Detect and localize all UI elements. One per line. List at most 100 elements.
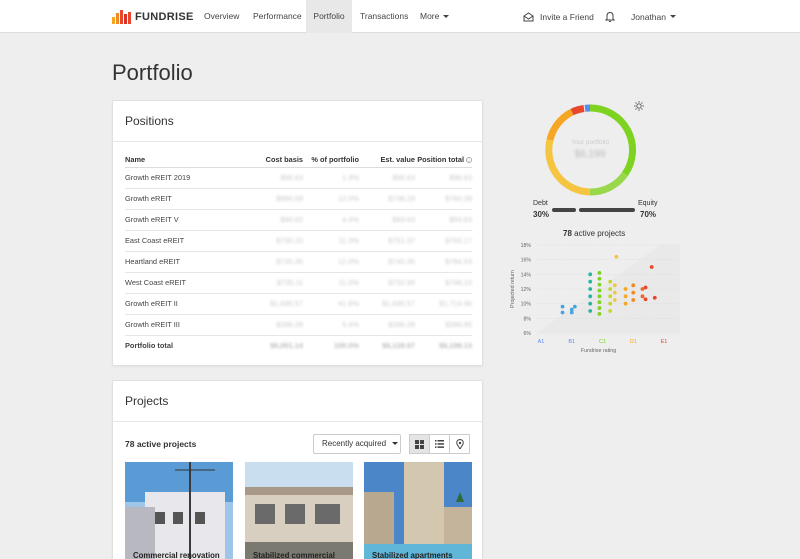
- position-total: $746.23: [415, 272, 472, 294]
- scatter-point: [631, 298, 636, 302]
- grid-icon: [415, 439, 424, 449]
- scatter-point: [597, 276, 602, 281]
- y-tick-label: 8%: [524, 316, 532, 322]
- nav-more[interactable]: More: [413, 0, 456, 33]
- equity-bar: [579, 208, 635, 212]
- invite-label: Invite a Friend: [540, 11, 594, 22]
- position-cost-basis: $890.09: [243, 188, 303, 210]
- scatter-point: [608, 294, 613, 299]
- project-image-stabilized-commercial[interactable]: [245, 462, 353, 559]
- position-est-value: $732.99: [359, 272, 415, 294]
- position-total: $763.17: [415, 230, 472, 252]
- col-position-total-label: Position total: [417, 154, 464, 164]
- table-row[interactable]: Heartland eREIT $735.35 12.0% $745.35 $784.5…: [125, 251, 472, 273]
- project-title[interactable]: Stabilized commercial: [253, 551, 335, 559]
- nav-performance[interactable]: Performance: [246, 0, 309, 33]
- donut-segment-orange: [546, 108, 574, 141]
- y-tick-label: 14%: [521, 272, 532, 278]
- position-percent: 12.0%: [303, 188, 359, 210]
- donut-segment-red: [570, 105, 585, 116]
- col-name: Name: [125, 151, 243, 168]
- user-menu[interactable]: Jonathan: [631, 0, 676, 33]
- equity-percent: 70%: [640, 210, 657, 219]
- nav-more-label: More: [420, 11, 440, 21]
- scatter-point: [588, 279, 593, 284]
- total-cost-basis: $6,001.14: [243, 334, 303, 356]
- position-name: Heartland eREIT: [125, 251, 243, 273]
- bell-icon: [605, 11, 615, 22]
- total-position: $6,199.13: [415, 334, 472, 356]
- scatter-point: [597, 288, 602, 293]
- position-name: Growth eREIT V: [125, 209, 243, 231]
- x-tick-label: E1: [661, 339, 668, 345]
- list-icon: [435, 440, 444, 448]
- project-title[interactable]: Commercial renovation: [133, 551, 220, 559]
- projects-count: 78 active projects: [125, 439, 197, 449]
- scatter-point: [643, 297, 648, 302]
- fundrise-logo[interactable]: FUNDRISE: [112, 9, 194, 25]
- table-row[interactable]: Growth eREIT III $396.39 5.4% $396.39 $398.8…: [125, 314, 472, 336]
- position-cost-basis: $1,690.57: [243, 293, 303, 315]
- scatter-point: [597, 270, 602, 275]
- scatter-point: [588, 301, 593, 306]
- positions-heading: Positions: [113, 101, 482, 142]
- total-label: Portfolio total: [125, 334, 243, 356]
- user-name: Jonathan: [631, 11, 666, 22]
- scatter-point: [623, 294, 628, 299]
- scatter-point: [649, 265, 654, 269]
- table-row[interactable]: East Coast eREIT $730.20 11.3% $751.37 $763.…: [125, 230, 472, 252]
- donut-segment-lime: [589, 171, 628, 196]
- positions-card: Positions Name Cost basis % of portfolio…: [112, 100, 483, 366]
- project-title[interactable]: Stabilized apartments: [372, 551, 453, 559]
- table-row[interactable]: Growth eREIT $890.09 12.0% $738.29 $760.28: [125, 188, 472, 210]
- nav-transactions[interactable]: Transactions: [353, 0, 415, 33]
- y-tick-label: 6%: [524, 331, 532, 337]
- table-row[interactable]: Growth eREIT V $90.62 4.4% $93.63 $93.63: [125, 209, 472, 231]
- list-view-button[interactable]: [429, 434, 450, 454]
- debt-label: Debt: [533, 200, 548, 207]
- position-percent: 11.3%: [303, 230, 359, 252]
- table-row[interactable]: Growth eREIT 2019 $96.63 1.3% $96.63 $96.63: [125, 167, 472, 189]
- y-tick-label: 18%: [521, 243, 532, 249]
- scatter-point: [608, 287, 613, 291]
- scatter-point: [612, 298, 617, 302]
- map-view-button[interactable]: [449, 434, 470, 454]
- total-percent: 100.0%: [303, 334, 359, 356]
- risk-return-scatter-chart: 6% 8% 10% 12% 14% 16% 18% A1 B1 C1 D1 E1 Fundrise ra…: [510, 243, 680, 354]
- position-name: Growth eREIT 2019: [125, 167, 243, 189]
- y-axis-label: Projected return: [510, 270, 516, 308]
- scatter-point: [631, 283, 636, 288]
- donut-center-value: $6,199: [574, 149, 606, 160]
- position-percent: 11.0%: [303, 272, 359, 294]
- nav-portfolio[interactable]: Portfolio: [306, 0, 352, 33]
- position-percent: 4.4%: [303, 209, 359, 231]
- scatter-point: [652, 295, 657, 300]
- donut-center-label: Your portfolio: [570, 139, 610, 146]
- grid-view-button[interactable]: [409, 434, 430, 454]
- scatter-point: [643, 285, 648, 290]
- position-cost-basis: $730.20: [243, 230, 303, 252]
- scatter-point: [597, 282, 602, 287]
- x-tick-label: B1: [568, 339, 575, 345]
- invite-friend-link[interactable]: Invite a Friend: [523, 0, 594, 33]
- table-total-row: Portfolio total $6,001.14 100.0% $6,129.97 $…: [125, 334, 472, 356]
- project-image-apartments[interactable]: [364, 462, 472, 559]
- project-image-commercial[interactable]: [125, 462, 233, 559]
- scatter-point: [608, 301, 613, 306]
- info-icon[interactable]: i: [466, 156, 472, 163]
- sort-label: Recently acquired: [322, 439, 387, 448]
- settings-sun-icon[interactable]: [634, 101, 644, 111]
- table-row[interactable]: Growth eREIT II $1,690.57 41.8% $1,690.57 $1…: [125, 293, 472, 315]
- page-title: Portfolio: [112, 60, 193, 85]
- position-total: $760.28: [415, 188, 472, 210]
- position-cost-basis: $96.63: [243, 167, 303, 189]
- notifications-button[interactable]: [605, 0, 615, 33]
- nav-overview[interactable]: Overview: [197, 0, 246, 33]
- sort-dropdown[interactable]: Recently acquired: [313, 434, 401, 454]
- y-tick-label: 10%: [521, 302, 532, 308]
- scatter-point: [608, 279, 613, 284]
- map-pin-icon: [455, 439, 464, 449]
- projects-heading: Projects: [113, 381, 482, 422]
- table-row[interactable]: West Coast eREIT $735.11 11.0% $732.99 $746.…: [125, 272, 472, 294]
- scatter-point: [612, 283, 617, 288]
